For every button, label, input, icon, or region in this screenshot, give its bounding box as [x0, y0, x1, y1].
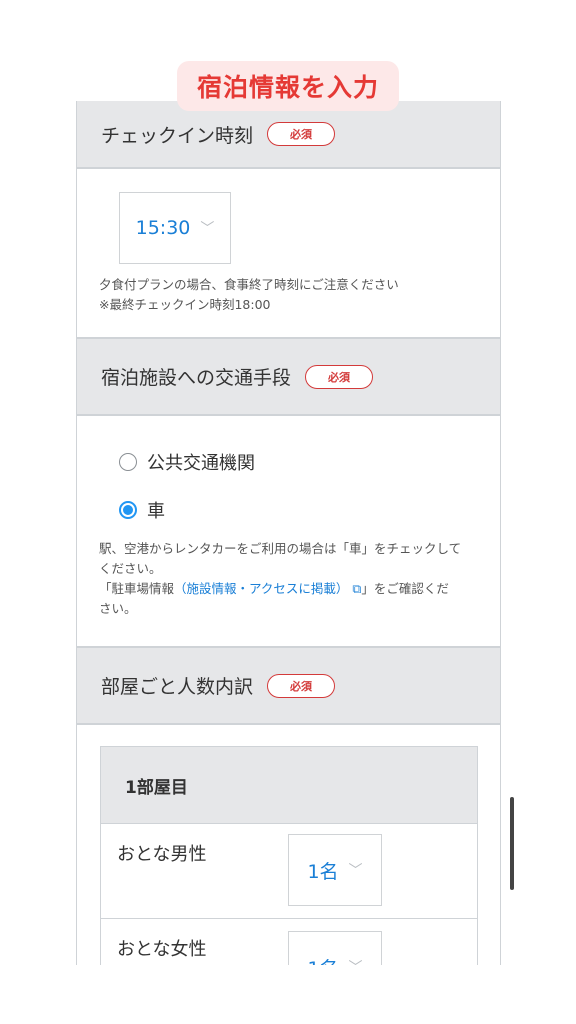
- scrollbar[interactable]: [510, 797, 514, 890]
- transport-note: 駅、空港からレンタカーをご利用の場合は「車」をチェックして ください。 「駐車場…: [99, 539, 461, 619]
- checkin-time-value: 15:30: [135, 217, 191, 239]
- chevron-down-icon: ﹀: [348, 863, 363, 879]
- checkin-time-select[interactable]: 15:30 ﹀: [119, 192, 231, 264]
- adult-male-value: 1名: [307, 860, 339, 883]
- checkin-note-line2: ※最終チェックイン時刻18:00: [99, 297, 271, 312]
- transport-note-line3: 「駐車場情報（施設情報・アクセスに掲載） ⧉」をご確認くだ: [99, 579, 461, 599]
- table-row: おとな女性 1名 ﹀: [101, 919, 477, 965]
- lodging-form: チェックイン時刻 必須 15:30 ﹀ 夕食付プランの場合、食事終了時刻にご注意…: [76, 101, 501, 965]
- required-badge: 必須: [305, 364, 374, 389]
- chevron-down-icon: ﹀: [200, 221, 215, 237]
- transport-note-suffix: 」をご確認くだ: [361, 581, 449, 596]
- required-badge: 必須: [267, 673, 336, 698]
- adult-female-select[interactable]: 1名 ﹀: [288, 931, 382, 965]
- checkin-note-line1: 夕食付プランの場合、食事終了時刻にご注意ください: [99, 277, 399, 292]
- required-badge: 必須: [267, 122, 336, 146]
- banner-title: 宿泊情報を入力: [196, 73, 379, 102]
- room-title: 1部屋目: [101, 747, 477, 824]
- rooms-header: 部屋ごと人数内訳 必須: [77, 646, 500, 725]
- radio-label: 公共交通機関: [147, 453, 255, 474]
- row-label: おとな男性: [117, 844, 207, 865]
- radio-car[interactable]: 車: [119, 497, 165, 523]
- chevron-down-icon: ﹀: [349, 957, 363, 965]
- room-table: 1部屋目 おとな男性 1名 ﹀ おとな女性 1名 ﹀: [100, 746, 478, 965]
- transport-note-line4: さい。: [99, 601, 137, 616]
- transport-header: 宿泊施設への交通手段 必須: [77, 337, 500, 416]
- row-label: おとな女性: [117, 939, 207, 960]
- table-row: おとな男性 1名 ﹀: [101, 824, 477, 919]
- radio-public-transport[interactable]: 公共交通機関: [119, 449, 255, 475]
- transport-title: 宿泊施設への交通手段: [101, 367, 292, 389]
- external-link-icon: ⧉: [348, 581, 362, 596]
- checkin-header: チェックイン時刻 必須: [77, 101, 500, 169]
- checkin-title: チェックイン時刻: [101, 124, 254, 147]
- checkin-note: 夕食付プランの場合、食事終了時刻にご注意ください ※最終チェックイン時刻18:0…: [99, 275, 399, 315]
- transport-note-prefix: 「駐車場情報: [99, 581, 175, 596]
- facility-info-link[interactable]: （施設情報・アクセスに掲載）: [174, 581, 348, 596]
- radio-button[interactable]: [119, 453, 137, 471]
- adult-male-select[interactable]: 1名 ﹀: [288, 834, 382, 906]
- page-banner: 宿泊情報を入力: [177, 61, 399, 111]
- adult-female-value: 1名: [307, 954, 338, 966]
- transport-note-line1: 駅、空港からレンタカーをご利用の場合は「車」をチェックして: [99, 541, 462, 556]
- radio-label: 車: [147, 501, 165, 522]
- radio-button-selected[interactable]: [119, 501, 137, 519]
- rooms-title: 部屋ごと人数内訳: [101, 676, 254, 698]
- transport-note-line2: ください。: [99, 561, 162, 576]
